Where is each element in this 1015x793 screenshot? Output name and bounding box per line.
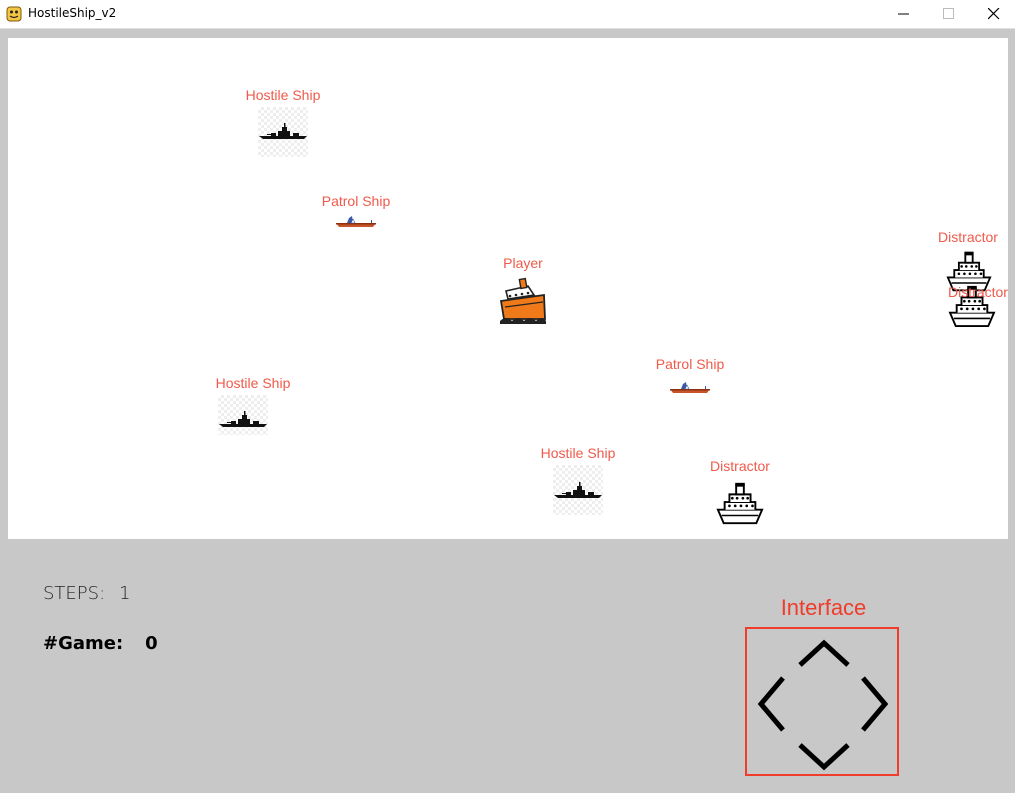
hostile-ship-icon	[553, 465, 603, 515]
distractor-ship: Distractor	[938, 284, 1008, 344]
hostile-ship: Hostile Ship	[238, 87, 328, 159]
patrol-ship-icon	[335, 215, 377, 229]
minimize-icon	[898, 13, 909, 15]
entity-label: Patrol Ship	[655, 356, 725, 372]
minimize-button[interactable]	[881, 0, 927, 28]
entity-label: Hostile Ship	[245, 87, 321, 103]
close-icon	[988, 8, 1000, 20]
distractor-ship-icon	[716, 480, 764, 526]
maximize-button[interactable]	[926, 0, 972, 28]
arrow-right-icon[interactable]	[859, 675, 889, 733]
steps-label: STEPS:	[43, 583, 106, 604]
window-title: HostileShip_v2	[28, 6, 117, 20]
hostile-ship-icon	[218, 395, 268, 435]
entity-label: Player	[503, 255, 543, 271]
entity-label: Hostile Ship	[540, 445, 616, 461]
arrow-up-icon[interactable]	[797, 639, 851, 669]
entity-label: Patrol Ship	[321, 193, 391, 209]
steps-counter: STEPS: 1	[43, 583, 131, 604]
hostile-ship-icon	[258, 107, 308, 157]
distractor-ship: Distractor	[700, 458, 780, 528]
patrol-ship: Patrol Ship	[645, 356, 735, 400]
entity-label: Distractor	[710, 458, 770, 474]
python-app-icon	[6, 6, 22, 22]
direction-pad	[745, 627, 899, 776]
distractor-ship: Distractor	[928, 229, 1008, 289]
maximize-icon	[943, 8, 954, 19]
entity-label: Distractor	[948, 284, 1008, 300]
game-board: Hostile Ship Patrol Ship Player Distract…	[8, 38, 1008, 539]
entity-label: Hostile Ship	[215, 375, 291, 391]
arrow-down-icon[interactable]	[797, 741, 851, 771]
interface-title: Interface	[780, 595, 867, 620]
arrow-left-icon[interactable]	[757, 675, 787, 733]
games-value: 0	[145, 633, 158, 654]
patrol-ship: Patrol Ship	[311, 193, 401, 233]
hostile-ship: Hostile Ship	[533, 445, 623, 517]
steps-value: 1	[119, 583, 131, 604]
player-ship: Player	[483, 255, 563, 327]
player-ship-icon	[498, 277, 548, 327]
close-button[interactable]	[971, 0, 1015, 28]
entity-label: Distractor	[938, 229, 998, 245]
patrol-ship-icon	[669, 381, 711, 395]
hostile-ship: Hostile Ship	[208, 375, 298, 437]
window-titlebar[interactable]: HostileShip_v2	[0, 0, 1015, 29]
game-counter: #Game: 0	[43, 633, 158, 654]
games-label: #Game:	[43, 633, 124, 654]
